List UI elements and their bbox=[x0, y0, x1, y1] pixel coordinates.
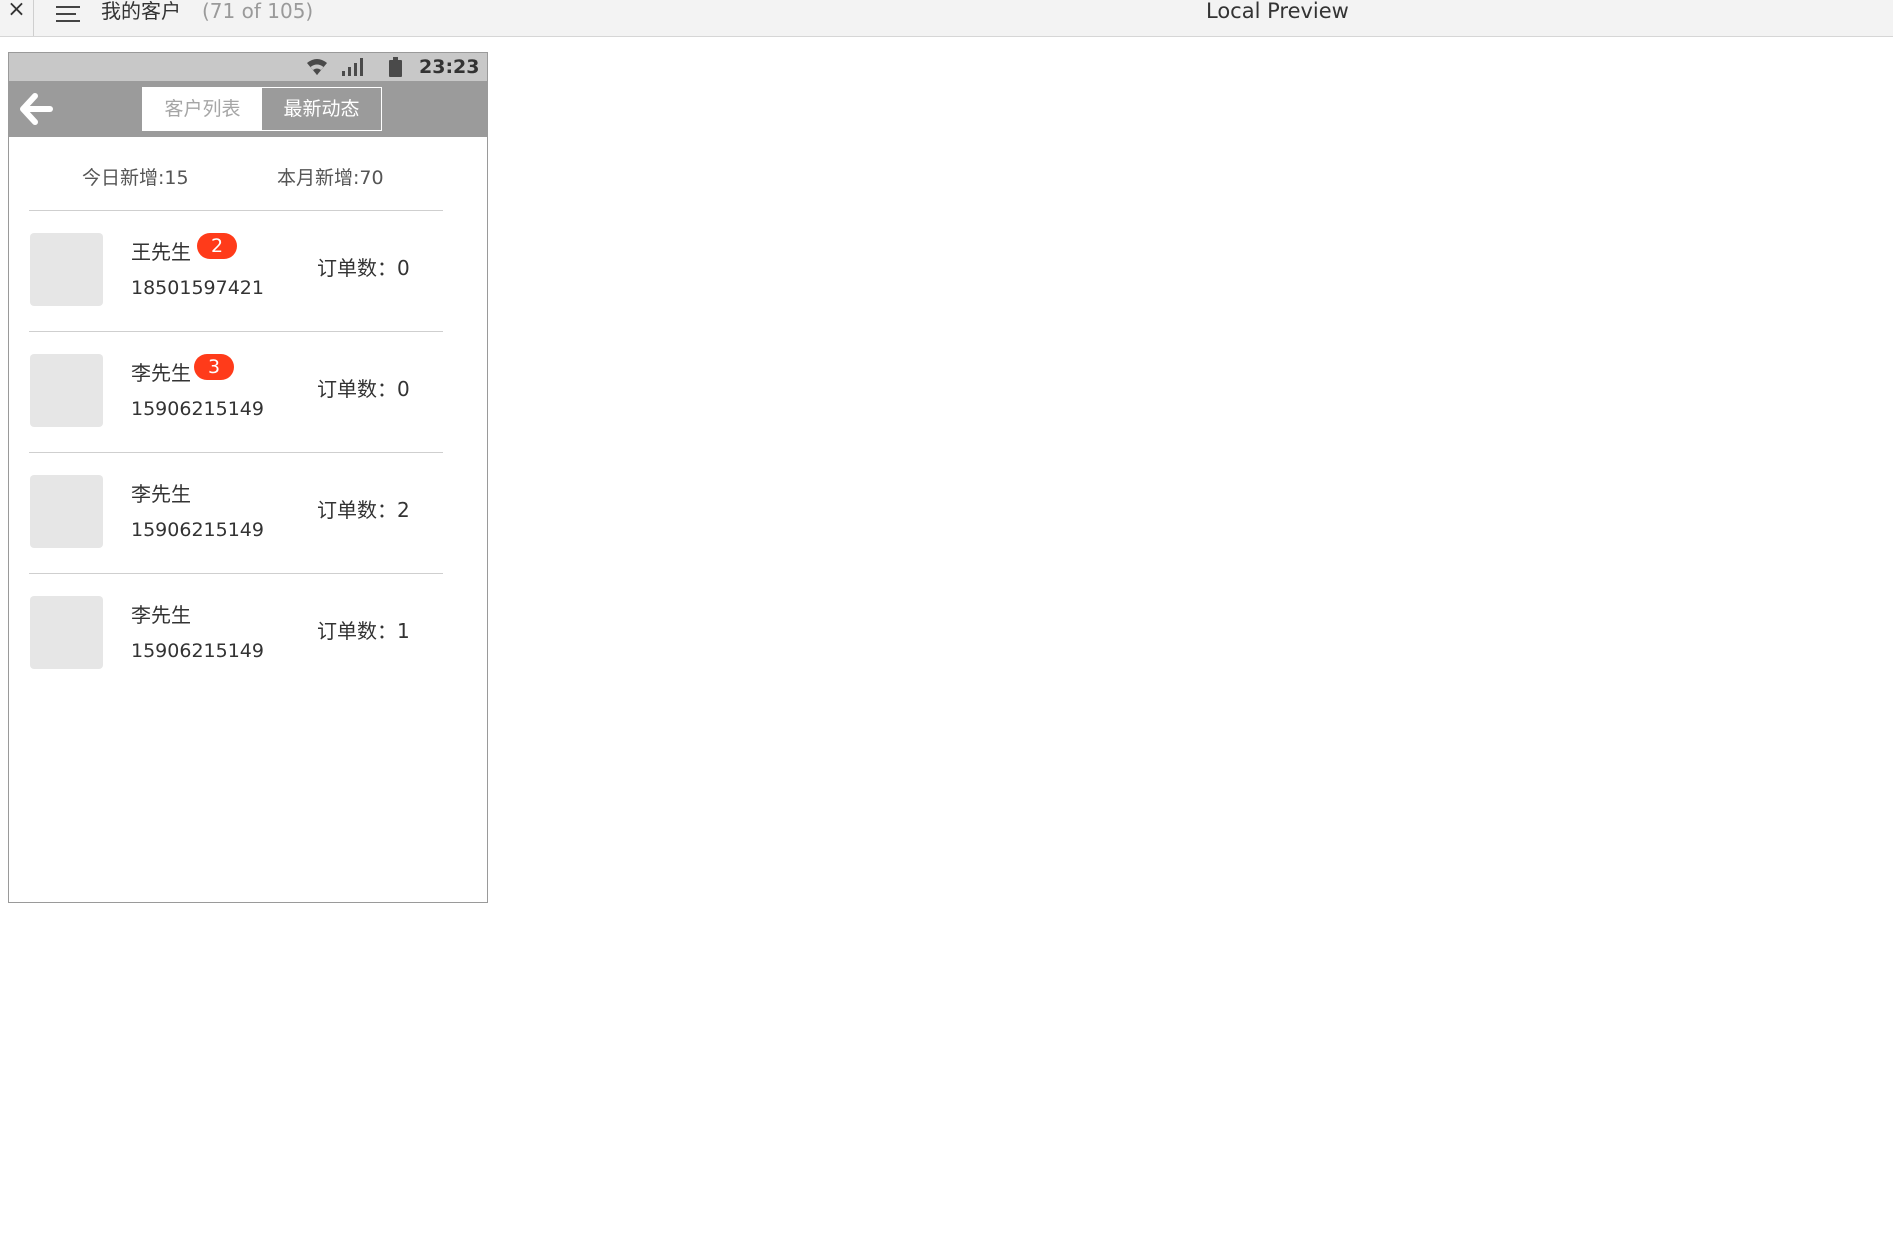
customer-name: 王先生 bbox=[131, 240, 191, 264]
stat-month-new: 本月新增:70 bbox=[277, 167, 384, 189]
customer-name: 李先生 bbox=[131, 603, 191, 627]
customer-phone: 15906215149 bbox=[131, 398, 264, 420]
customer-list: 王先生 2 18501597421 订单数：0 李先生 3 1590621514… bbox=[29, 210, 443, 694]
preview-toolbar: × 我的客户 (71 of 105) Local Preview bbox=[0, 0, 1893, 37]
customer-phone: 18501597421 bbox=[131, 277, 264, 299]
toolbar-divider bbox=[33, 0, 34, 36]
nav-bar: 客户列表 最新动态 bbox=[9, 81, 487, 137]
list-item[interactable]: 李先生 3 15906215149 订单数：0 bbox=[29, 331, 443, 452]
list-item[interactable]: 王先生 2 18501597421 订单数：0 bbox=[29, 210, 443, 331]
stats-summary: 今日新增:15 本月新增:70 bbox=[9, 163, 487, 193]
customer-phone: 15906215149 bbox=[131, 640, 264, 662]
tab-customer-list[interactable]: 客户列表 bbox=[143, 88, 262, 130]
preview-title: Local Preview bbox=[1206, 0, 1349, 23]
list-item[interactable]: 李先生 15906215149 订单数：2 bbox=[29, 452, 443, 573]
customer-name: 李先生 bbox=[131, 482, 191, 506]
wifi-icon bbox=[307, 59, 327, 75]
list-item[interactable]: 李先生 15906215149 订单数：1 bbox=[29, 573, 443, 694]
unread-badge: 2 bbox=[197, 233, 237, 259]
stat-today-new: 今日新增:15 bbox=[82, 167, 189, 189]
hamburger-menu-icon[interactable] bbox=[56, 4, 80, 24]
tab-switcher: 客户列表 最新动态 bbox=[142, 87, 382, 131]
phone-frame: 23:23 客户列表 最新动态 今日新增:15 本月新增:70 王先生 2 18… bbox=[8, 52, 488, 903]
tab-latest-updates[interactable]: 最新动态 bbox=[262, 88, 381, 130]
avatar bbox=[30, 596, 103, 669]
order-count: 订单数：2 bbox=[317, 498, 410, 522]
avatar bbox=[30, 354, 103, 427]
order-count: 订单数：1 bbox=[317, 619, 410, 643]
page-title: 我的客户 bbox=[101, 0, 181, 23]
avatar bbox=[30, 233, 103, 306]
customer-name: 李先生 bbox=[131, 361, 191, 385]
avatar bbox=[30, 475, 103, 548]
arrow-left-icon[interactable] bbox=[19, 93, 53, 125]
page-counter: (71 of 105) bbox=[202, 0, 314, 23]
unread-badge: 3 bbox=[194, 354, 234, 380]
close-button[interactable]: × bbox=[4, 0, 29, 22]
status-time: 23:23 bbox=[419, 56, 480, 78]
customer-phone: 15906215149 bbox=[131, 519, 264, 541]
close-icon: × bbox=[7, 0, 26, 22]
order-count: 订单数：0 bbox=[317, 256, 410, 280]
order-count: 订单数：0 bbox=[317, 377, 410, 401]
status-bar: 23:23 bbox=[9, 53, 487, 81]
battery-icon bbox=[389, 57, 402, 77]
signal-icon bbox=[342, 58, 363, 76]
